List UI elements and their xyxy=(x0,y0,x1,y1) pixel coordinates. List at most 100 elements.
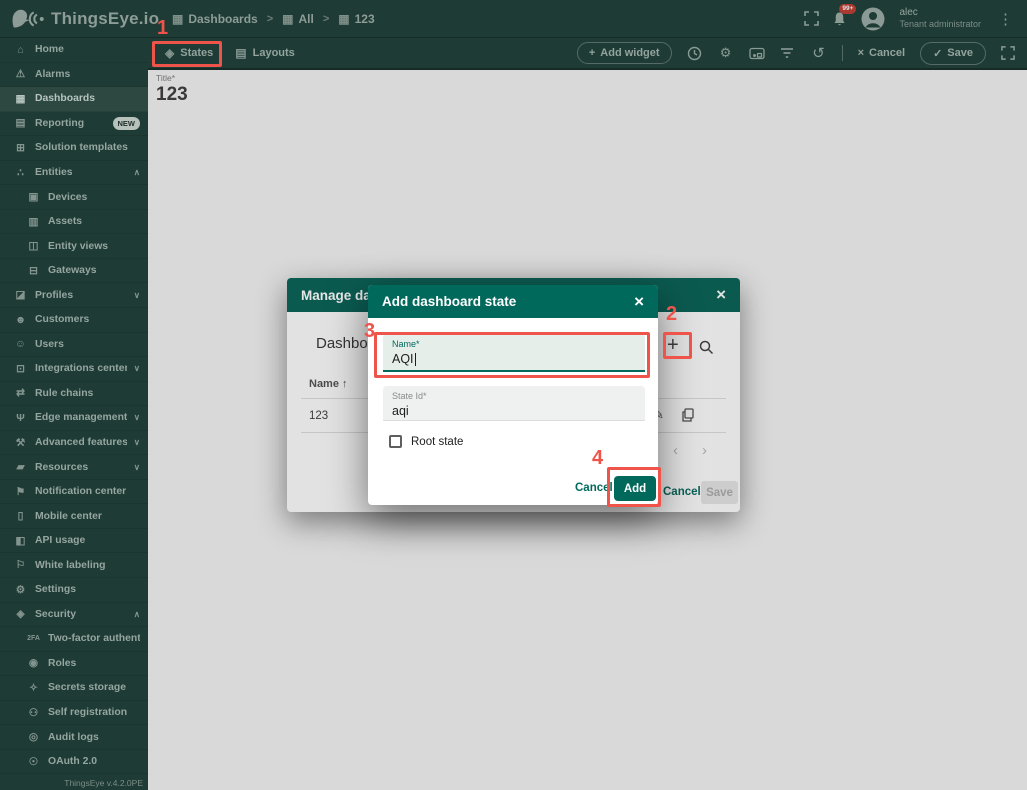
sidebar-item-rule-chains[interactable]: ⇄ Rule chains xyxy=(0,382,148,407)
chevron-down-icon: ∨ xyxy=(133,363,140,374)
dashboard-title-field[interactable]: Title* 123 xyxy=(156,73,188,106)
add-dialog-cancel-button[interactable]: Cancel xyxy=(575,482,613,494)
breadcrumb-dashboards[interactable]: ▦ Dashboards xyxy=(172,12,258,26)
sidebar-item-oauth[interactable]: ☉ OAuth 2.0 xyxy=(0,750,148,775)
alarm-icon: ⚠ xyxy=(15,68,26,81)
entity-views-icon: ◫ xyxy=(28,240,39,253)
state-id-input-value: aqi xyxy=(392,404,409,418)
sidebar-item-label: Roles xyxy=(48,657,77,669)
sidebar-item-label: Gateways xyxy=(48,265,97,277)
sidebar-item-settings[interactable]: ⚙ Settings xyxy=(0,578,148,603)
dashboard-settings-gear-icon[interactable]: ⚙ xyxy=(718,45,734,61)
sidebar-item-home[interactable]: ⌂ Home xyxy=(0,38,148,63)
sidebar-item-assets[interactable]: ▥ Assets xyxy=(0,210,148,235)
edge-icon: Ψ xyxy=(16,411,25,424)
sidebar-item-roles[interactable]: ◉ Roles xyxy=(0,652,148,677)
sidebar-item-secrets-storage[interactable]: ✧ Secrets storage xyxy=(0,676,148,701)
sidebar-item-two-factor[interactable]: 2FA Two-factor authenticati... xyxy=(0,627,148,652)
sidebar-item-profiles[interactable]: ◪ Profiles ∨ xyxy=(0,283,148,309)
add-widget-button[interactable]: + Add widget xyxy=(576,42,672,64)
sidebar-item-integrations-center[interactable]: ⊡ Integrations center ∨ xyxy=(0,357,148,382)
shield-icon: ◈ xyxy=(16,608,25,621)
root-state-label: Root state xyxy=(411,436,464,448)
next-page-icon[interactable]: › xyxy=(702,442,707,459)
devices-icon: ▣ xyxy=(28,191,39,204)
roles-icon: ◉ xyxy=(28,657,39,670)
toolbar-actions: + Add widget ⚙ ↺ × Cancel ✓ Save xyxy=(576,41,1027,65)
sidebar-item-label: Security xyxy=(35,608,77,620)
sidebar-item-label: Settings xyxy=(35,584,76,596)
close-icon[interactable]: × xyxy=(634,292,644,312)
sidebar-item-label: White labeling xyxy=(35,559,106,571)
manage-cancel-button[interactable]: Cancel xyxy=(663,486,701,498)
sidebar-item-solution-templates[interactable]: ⊞ Solution templates xyxy=(0,136,148,161)
sidebar-item-dashboards[interactable]: ▦ Dashboards xyxy=(0,87,148,112)
timewindow-clock-icon[interactable] xyxy=(687,46,703,61)
app-logo[interactable]: ThingsEye.io xyxy=(0,7,160,31)
search-icon[interactable] xyxy=(699,340,714,355)
sidebar-item-label: Resources xyxy=(35,461,89,473)
manage-save-button[interactable]: Save xyxy=(701,481,738,504)
layouts-button[interactable]: ▤ Layouts xyxy=(224,38,306,68)
add-widget-label: Add widget xyxy=(600,47,660,59)
sidebar-item-alarms[interactable]: ⚠ Alarms xyxy=(0,63,148,88)
sidebar-item-mobile-center[interactable]: ▯ Mobile center xyxy=(0,504,148,529)
state-id-input[interactable]: State Id* aqi xyxy=(383,386,645,421)
sidebar-item-label: Alarms xyxy=(35,68,71,80)
sidebar-item-label: Two-factor authenticati... xyxy=(48,633,140,645)
user-info[interactable]: alec Tenant administrator xyxy=(899,7,981,31)
sidebar-item-label: Users xyxy=(35,338,64,350)
sidebar-item-edge-management[interactable]: Ψ Edge management ∨ xyxy=(0,406,148,431)
chevron-down-icon: ∨ xyxy=(133,289,140,300)
user-role: Tenant administrator xyxy=(899,19,981,30)
sidebar-item-resources[interactable]: ▰ Resources ∨ xyxy=(0,455,148,480)
name-column-header[interactable]: Name ↑ xyxy=(309,378,348,390)
sidebar-item-label: Dashboards xyxy=(35,93,96,105)
close-icon[interactable]: × xyxy=(716,285,726,305)
sidebar-item-label: Assets xyxy=(48,216,83,228)
sidebar-item-security[interactable]: ◈ Security ∧ xyxy=(0,603,148,628)
breadcrumb-all[interactable]: ▦ All xyxy=(282,12,314,26)
fullscreen-icon[interactable] xyxy=(1001,46,1015,60)
breadcrumb-123[interactable]: ▦ 123 xyxy=(338,12,374,26)
sidebar-item-label: Notification center xyxy=(35,486,127,498)
add-state-button[interactable]: + xyxy=(667,334,679,357)
more-vert-icon[interactable]: ⋮ xyxy=(994,10,1017,28)
dashboard-icon: ▦ xyxy=(282,11,294,26)
sidebar-item-customers[interactable]: ☻ Customers xyxy=(0,308,148,333)
sidebar-item-reporting[interactable]: ▤ Reporting NEW xyxy=(0,112,148,137)
sidebar-item-notification-center[interactable]: ⚑ Notification center xyxy=(0,480,148,505)
sidebar-item-gateways[interactable]: ⊟ Gateways xyxy=(0,259,148,284)
filter-icon[interactable] xyxy=(780,47,796,59)
name-input[interactable]: Name* AQI xyxy=(383,334,645,372)
oauth-icon: ☉ xyxy=(28,755,39,768)
notifications-bell[interactable]: 99+ xyxy=(832,3,857,27)
sidebar-item-users[interactable]: ☺ Users xyxy=(0,333,148,358)
fullscreen-icon[interactable] xyxy=(804,11,820,26)
sidebar-item-white-labeling[interactable]: ⚐ White labeling xyxy=(0,553,148,579)
column-label: Name xyxy=(309,378,339,390)
sidebar-item-self-registration[interactable]: ⚇ Self registration xyxy=(0,701,148,726)
entity-aliases-icon[interactable] xyxy=(748,47,765,60)
sidebar-item-label: Solution templates xyxy=(35,142,128,154)
sidebar-item-advanced-features[interactable]: ⚒ Advanced features ∨ xyxy=(0,431,148,456)
sidebar-item-audit-logs[interactable]: ◎ Audit logs xyxy=(0,725,148,750)
prev-page-icon[interactable]: ‹ xyxy=(673,442,678,459)
sidebar-item-label: Audit logs xyxy=(48,731,99,743)
save-dashboard-button[interactable]: ✓ Save xyxy=(920,41,986,65)
states-button[interactable]: ◈ States xyxy=(154,38,224,68)
state-row-name[interactable]: 123 xyxy=(309,410,328,422)
add-button[interactable]: Add xyxy=(614,476,656,501)
sidebar-item-api-usage[interactable]: ◧ API usage xyxy=(0,529,148,554)
sidebar-item-entity-views[interactable]: ◫ Entity views xyxy=(0,234,148,259)
root-state-checkbox[interactable] xyxy=(389,435,402,448)
chevron-down-icon: ∨ xyxy=(133,437,140,448)
copy-state-icon[interactable] xyxy=(681,408,694,422)
sidebar-item-devices[interactable]: ▣ Devices xyxy=(0,185,148,210)
cancel-edit-button[interactable]: × Cancel xyxy=(858,47,906,59)
version-history-icon[interactable]: ↺ xyxy=(811,44,827,62)
user-name: alec xyxy=(899,6,918,18)
avatar[interactable] xyxy=(860,6,886,32)
sidebar-item-entities[interactable]: ∴ Entities ∧ xyxy=(0,161,148,186)
title-field-label: Title* xyxy=(156,73,176,83)
